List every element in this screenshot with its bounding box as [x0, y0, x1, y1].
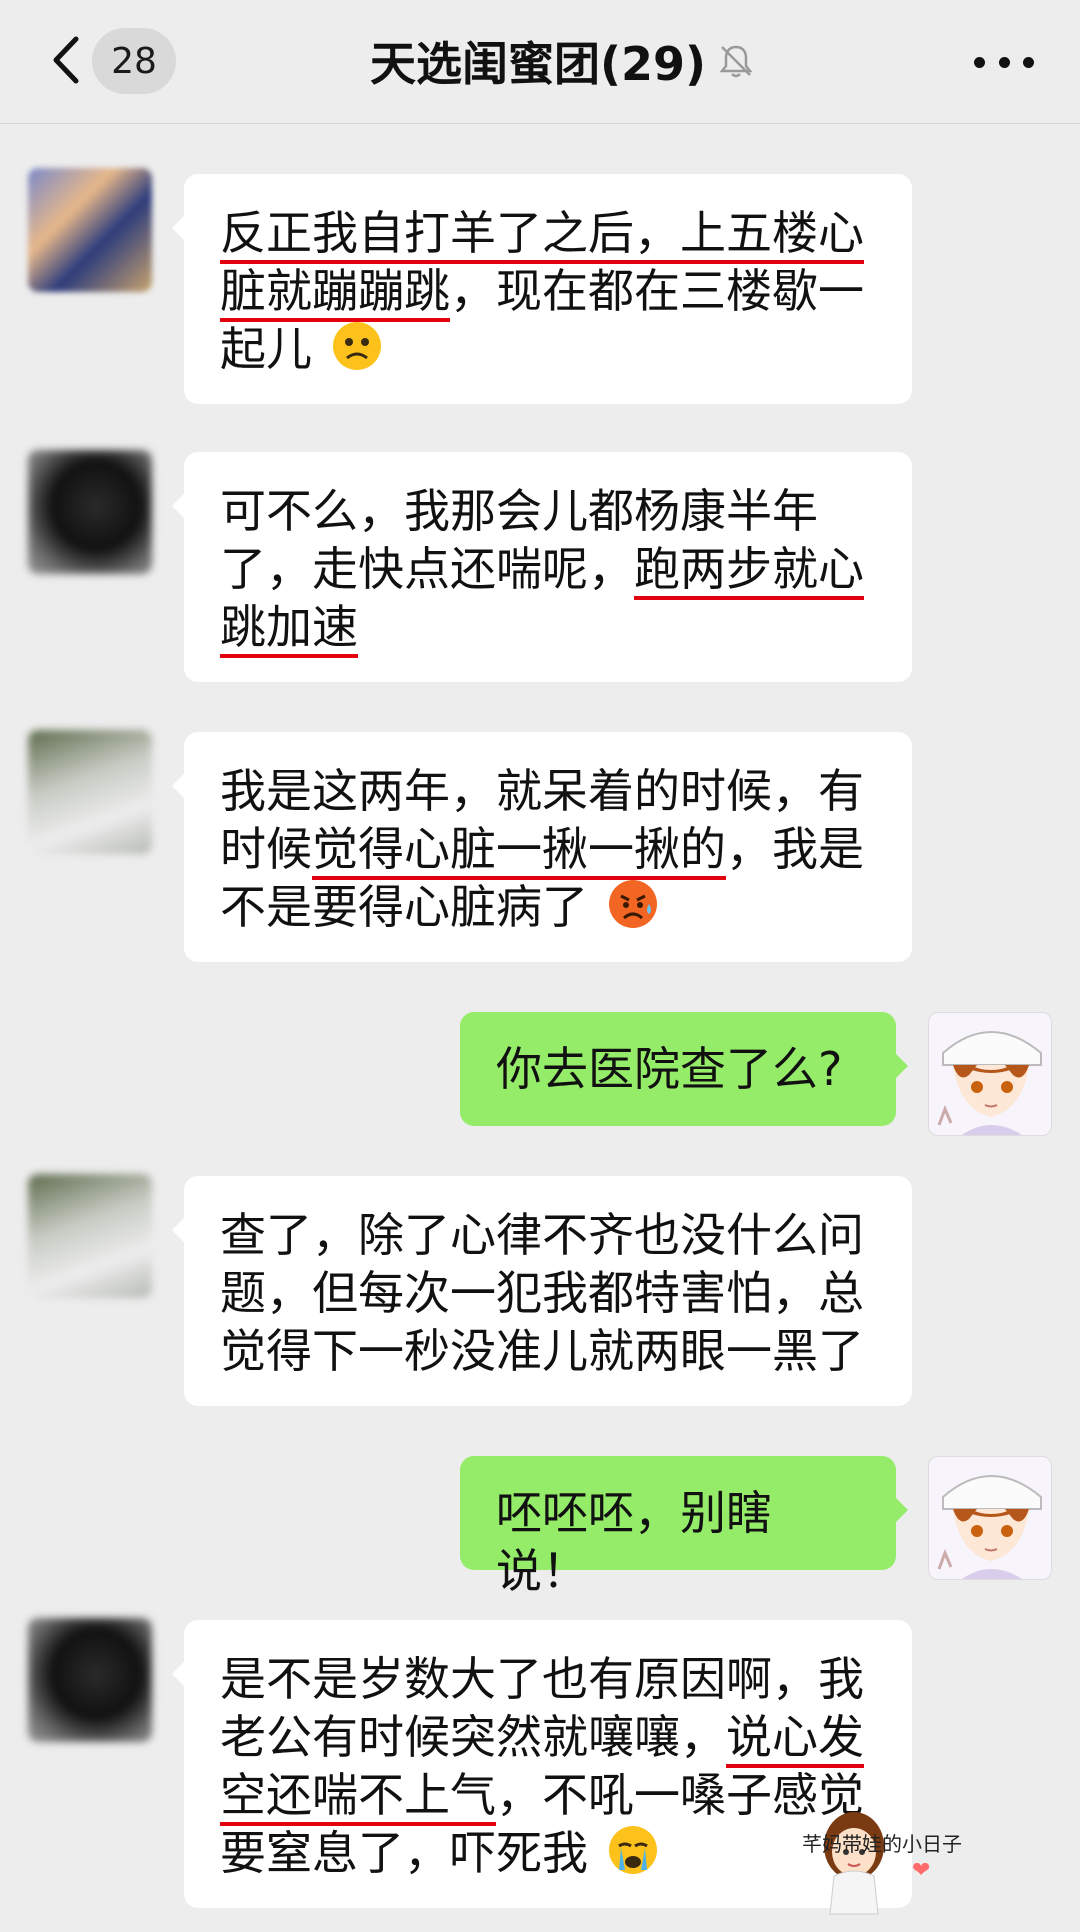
message-bubble-outgoing[interactable]: 呸呸呸，别瞎说！: [460, 1456, 908, 1598]
chat-title-text: 天选闺蜜团(29): [370, 37, 707, 91]
back-button[interactable]: [40, 30, 90, 90]
message-bubble[interactable]: 反正我自打羊了之后，上五楼心脏就蹦蹦跳，现在都在三楼歇一起儿: [172, 174, 912, 404]
chevron-left-icon: [53, 36, 79, 84]
avatar[interactable]: [28, 1618, 152, 1742]
chat-header: 28 天选闺蜜团(29): [0, 0, 1080, 124]
bell-off-icon: [716, 41, 756, 81]
more-options-button[interactable]: [974, 40, 1034, 84]
heart-icon: ❤: [912, 1858, 931, 1883]
avatar[interactable]: [28, 1174, 152, 1298]
message-bubble-outgoing[interactable]: 你去医院查了么?: [460, 1012, 908, 1126]
more-dots-icon: [974, 56, 985, 68]
avatar[interactable]: [28, 450, 152, 574]
unread-count-badge[interactable]: 28: [92, 28, 176, 94]
crying-face-emoji: [607, 1824, 659, 1889]
message-text: 查了，除了心律不齐也没什么问题，但每次一犯我都特害怕，总觉得下一秒没准儿就两眼一…: [220, 1208, 864, 1378]
avatar[interactable]: [28, 168, 152, 292]
anxious-sweat-emoji: [607, 878, 659, 943]
chat-title[interactable]: 天选闺蜜团(29): [370, 28, 756, 94]
frowning-face-emoji: [331, 320, 383, 385]
underlined-text: 觉得心脏一揪一揪的: [312, 822, 726, 880]
message-bubble[interactable]: 查了，除了心律不齐也没什么问题，但每次一犯我都特害怕，总觉得下一秒没准儿就两眼一…: [172, 1176, 912, 1406]
message-bubble[interactable]: 我是这两年，就呆着的时候，有时候觉得心脏一揪一揪的，我是不是要得心脏病了: [172, 732, 912, 962]
message-text: 呸呸呸，别瞎说！: [496, 1486, 772, 1598]
avatar-self[interactable]: [928, 1012, 1052, 1136]
watermark-text: 芊妈带娃的小日子: [802, 1832, 962, 1856]
more-dot: [998, 56, 1010, 68]
message-text: 你去医院查了么?: [496, 1042, 843, 1096]
more-dot: [1023, 56, 1034, 68]
avatar[interactable]: [28, 730, 152, 854]
avatar-self[interactable]: [928, 1456, 1052, 1580]
message-bubble[interactable]: 可不么，我那会儿都杨康半年了，走快点还喘呢，跑两步就心跳加速: [172, 452, 912, 682]
